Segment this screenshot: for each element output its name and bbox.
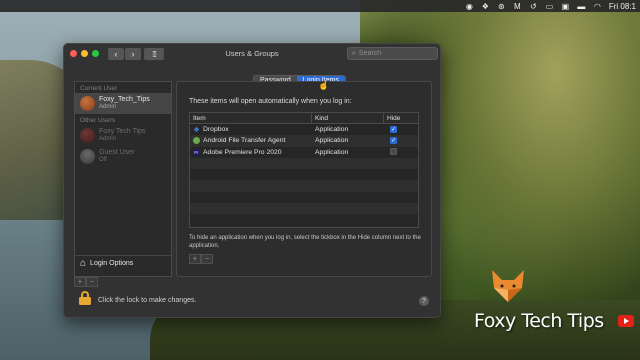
remove-user-button[interactable]: − [86, 277, 98, 287]
menubar-clock[interactable]: Fri 08:1 [609, 2, 636, 11]
table-row-empty [190, 180, 418, 192]
wifi-ext-icon[interactable]: ⊛ [497, 2, 506, 11]
users-groups-window: ‹ › ⁞⁞⁞ Users & Groups ⌕ Password Login … [63, 43, 441, 318]
title-bar: ‹ › ⁞⁞⁞ Users & Groups ⌕ [64, 44, 440, 64]
item-kind: Application [315, 126, 349, 134]
users-sidebar: Current User Foxy_Tech_Tips Admin Other … [74, 81, 172, 277]
user-role: Off [99, 157, 107, 163]
sidebar-add-remove: + − [74, 277, 98, 287]
item-kind: Application [315, 137, 349, 145]
item-name: Adobe Premiere Pro 2020 [203, 148, 282, 156]
history-icon[interactable]: ↺ [529, 2, 538, 11]
user-name: Foxy_Tech_Tips [99, 96, 150, 103]
user-role: Admin [99, 104, 117, 110]
table-row-empty [190, 203, 418, 215]
login-items-panel: These items will open automatically when… [176, 81, 432, 277]
login-items-intro: These items will open automatically when… [189, 98, 352, 105]
table-row-empty [190, 192, 418, 203]
column-item[interactable]: Item [190, 113, 312, 123]
table-row-empty [190, 169, 418, 180]
wifi-icon[interactable]: ◠ [593, 2, 602, 11]
table-row-empty [190, 214, 418, 225]
lock-icon[interactable] [79, 291, 91, 305]
android-icon [193, 137, 200, 145]
hide-checkbox[interactable] [390, 147, 397, 155]
table-row[interactable]: Android File Transfer Agent Application … [190, 135, 418, 147]
youtube-icon [618, 315, 634, 327]
table-row[interactable]: Pr Adobe Premiere Pro 2020 Application [190, 147, 418, 158]
record-icon[interactable]: ◉ [465, 2, 474, 11]
user-row-other[interactable]: Foxy Tech Tips Admin [75, 125, 171, 146]
add-user-button[interactable]: + [74, 277, 86, 287]
add-item-button[interactable]: + [189, 254, 201, 264]
search-icon: ⌕ [352, 49, 356, 57]
user-name: Foxy Tech Tips [99, 128, 146, 135]
avatar [80, 128, 95, 143]
table-row-empty [190, 157, 418, 170]
dropbox-icon[interactable]: ❖ [481, 2, 490, 11]
item-name: Android File Transfer Agent [203, 137, 286, 145]
house-icon: ⌂ [80, 257, 87, 269]
remove-item-button[interactable]: − [201, 254, 213, 264]
watermark-text: Foxy Tech Tips [474, 310, 604, 332]
user-row-guest[interactable]: Guest User Off [75, 146, 171, 167]
premiere-icon: Pr [193, 148, 200, 156]
other-users-header: Other Users [80, 117, 116, 124]
login-options-item[interactable]: ⌂ Login Options [75, 255, 171, 270]
column-kind[interactable]: Kind [312, 113, 384, 123]
table-body: ❖ Dropbox Application ✓ Android File Tran… [190, 124, 418, 226]
malwarebytes-icon[interactable]: M [513, 2, 522, 11]
current-user-header: Current User [80, 85, 118, 92]
search-field[interactable]: ⌕ [347, 47, 438, 60]
login-options-label: Login Options [90, 259, 134, 267]
menu-bar: ◉ ❖ ⊛ M ↺ ▭ ▣ ▬ ◠ Fri 08:1 [0, 0, 640, 12]
items-add-remove: + − [189, 254, 213, 264]
control-strip-icon[interactable]: ▭ [545, 2, 554, 11]
battery-icon[interactable]: ▬ [577, 2, 586, 11]
item-kind: Application [315, 148, 349, 156]
search-input[interactable] [358, 50, 429, 57]
airplay-icon[interactable]: ▣ [561, 2, 570, 11]
user-row-current[interactable]: Foxy_Tech_Tips Admin [75, 93, 171, 114]
avatar [80, 96, 95, 111]
table-row[interactable]: ❖ Dropbox Application ✓ [190, 124, 418, 135]
column-hide[interactable]: Hide [384, 115, 418, 122]
hide-checkbox[interactable]: ✓ [390, 137, 397, 145]
user-name: Guest User [99, 149, 135, 156]
hide-hint: To hide an application when you log in, … [189, 235, 421, 249]
item-name: Dropbox [203, 126, 229, 134]
lock-text: Click the lock to make changes. [98, 297, 197, 304]
help-button[interactable]: ? [419, 296, 429, 306]
user-role: Admin [99, 136, 117, 142]
table-header: Item Kind Hide [190, 113, 418, 124]
login-items-table: Item Kind Hide ❖ Dropbox Application ✓ An… [189, 112, 419, 228]
avatar [80, 149, 95, 164]
dropbox-icon: ❖ [193, 126, 200, 134]
fox-logo-icon [492, 270, 524, 302]
hide-checkbox[interactable]: ✓ [390, 126, 397, 134]
pointer-icon: ☝ [318, 80, 330, 90]
